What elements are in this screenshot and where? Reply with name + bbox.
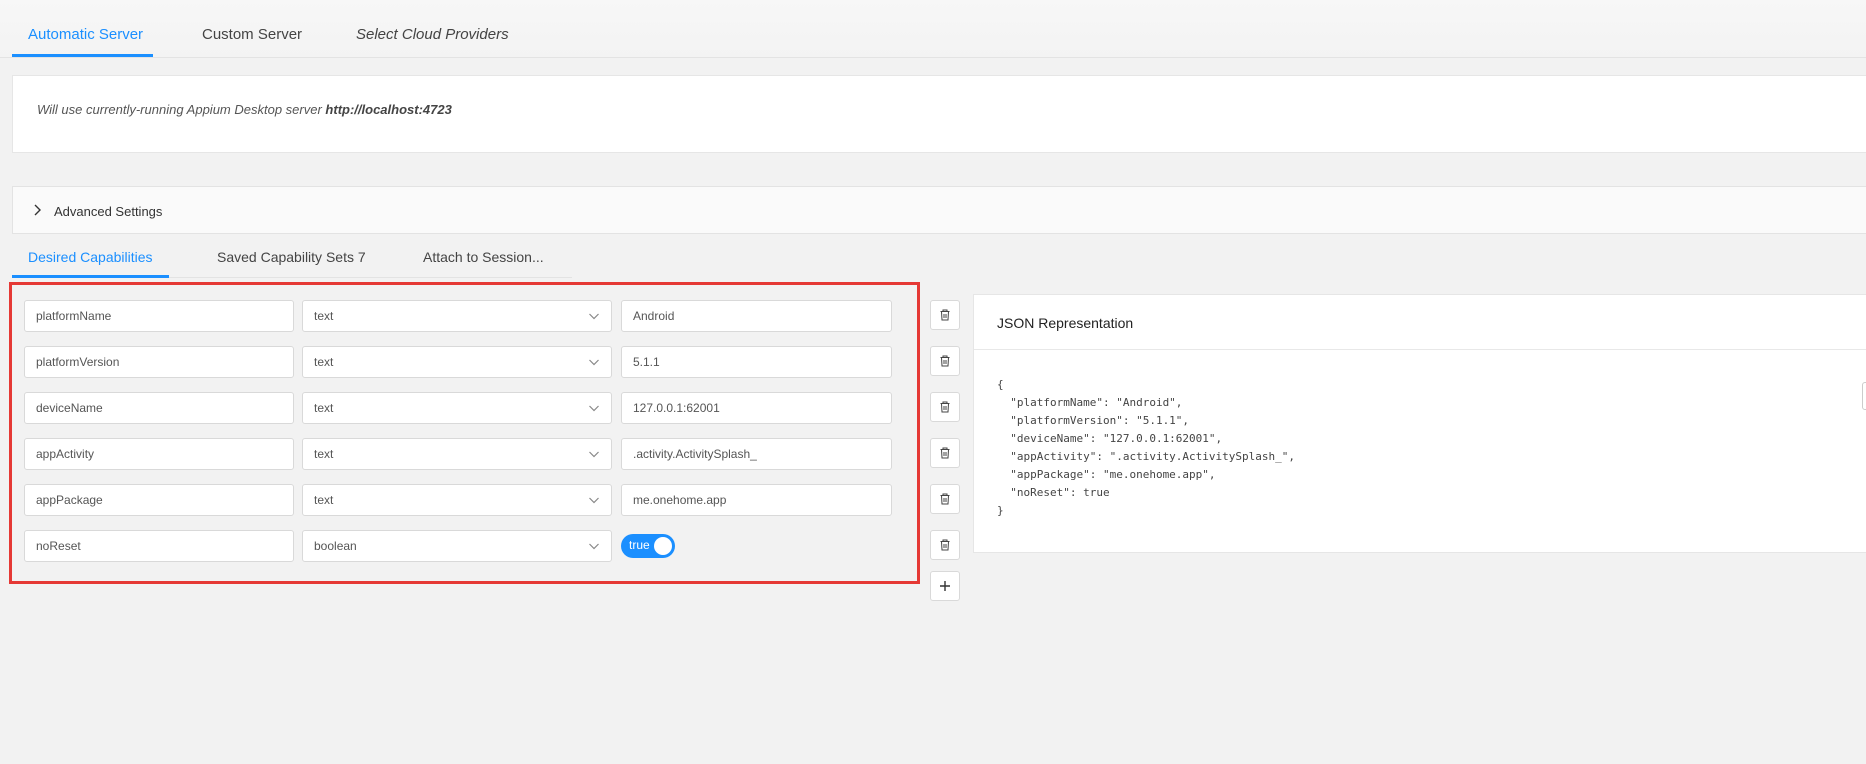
capability-name-input[interactable]: platformName	[24, 300, 294, 332]
session-window: Automatic Server Custom Server Select Cl…	[0, 0, 1866, 764]
capability-type-value: boolean	[314, 539, 357, 553]
chevron-down-icon	[589, 313, 599, 320]
delete-capability-button[interactable]	[930, 438, 960, 468]
json-line: "platformVersion": "5.1.1",	[997, 414, 1190, 427]
server-info-prefix: Will use currently-running Appium Deskto…	[37, 102, 322, 117]
toggle-knob	[654, 537, 672, 555]
json-code: { "platformName": "Android", "platformVe…	[997, 376, 1295, 520]
capability-value-input[interactable]: Android	[621, 300, 892, 332]
trash-icon	[940, 493, 950, 505]
json-line: "platformName": "Android",	[997, 396, 1183, 409]
delete-capability-button[interactable]	[930, 392, 960, 422]
json-line: {	[997, 378, 1004, 391]
json-line: "appActivity": ".activity.ActivitySplash…	[997, 450, 1296, 463]
json-line: "noReset": true	[997, 486, 1110, 499]
tab-saved-capability-sets[interactable]: Saved Capability Sets 7	[217, 249, 366, 265]
server-info-panel: Will use currently-running Appium Deskto…	[12, 75, 1866, 153]
delete-capability-button[interactable]	[930, 300, 960, 330]
capability-type-select[interactable]: text	[302, 484, 612, 516]
json-line: }	[997, 504, 1004, 517]
delete-capability-button[interactable]	[930, 346, 960, 376]
capability-type-value: text	[314, 309, 334, 323]
tab-select-cloud-providers[interactable]: Select Cloud Providers	[356, 26, 509, 43]
json-line: "appPackage": "me.onehome.app",	[997, 468, 1216, 481]
server-info-text: Will use currently-running Appium Deskto…	[37, 102, 452, 117]
capability-type-select[interactable]: text	[302, 392, 612, 424]
json-line: "deviceName": "127.0.0.1:62001",	[997, 432, 1223, 445]
chevron-right-icon	[34, 204, 41, 216]
json-representation-panel: JSON Representation { "platformName": "A…	[973, 294, 1866, 553]
json-panel-title: JSON Representation	[997, 315, 1134, 331]
capability-value-input[interactable]: .activity.ActivitySplash_	[621, 438, 892, 470]
capability-boolean-toggle[interactable]: true	[621, 534, 675, 558]
capability-name-input[interactable]: appActivity	[24, 438, 294, 470]
json-edit-handle[interactable]	[1862, 382, 1866, 410]
capability-name-input[interactable]: appPackage	[24, 484, 294, 516]
tab-custom-server[interactable]: Custom Server	[202, 26, 302, 43]
chevron-down-icon	[589, 359, 599, 366]
capability-value-input[interactable]: 5.1.1	[621, 346, 892, 378]
capability-type-value: text	[314, 401, 334, 415]
capability-type-value: text	[314, 355, 334, 369]
server-url: http://localhost:4723	[325, 102, 452, 117]
capability-type-select[interactable]: text	[302, 346, 612, 378]
capabilities-editor: platformName text Android platformVersio…	[9, 282, 920, 584]
tab-desired-capabilities[interactable]: Desired Capabilities	[28, 249, 153, 265]
active-tab-indicator	[12, 54, 153, 57]
trash-icon	[940, 539, 950, 551]
active-cap-tab-indicator	[12, 275, 169, 278]
capability-type-value: text	[314, 493, 334, 507]
add-capability-button[interactable]	[930, 571, 960, 601]
capability-type-select[interactable]: text	[302, 438, 612, 470]
trash-icon	[940, 401, 950, 413]
capability-type-select[interactable]: text	[302, 300, 612, 332]
capability-name-input[interactable]: deviceName	[24, 392, 294, 424]
trash-icon	[940, 447, 950, 459]
capability-value-input[interactable]: 127.0.0.1:62001	[621, 392, 892, 424]
capability-name-input[interactable]: platformVersion	[24, 346, 294, 378]
server-tabs: Automatic Server Custom Server Select Cl…	[0, 0, 1866, 58]
chevron-down-icon	[589, 497, 599, 504]
chevron-down-icon	[589, 543, 599, 550]
tab-automatic-server[interactable]: Automatic Server	[28, 26, 143, 43]
chevron-down-icon	[589, 405, 599, 412]
capability-type-value: text	[314, 447, 334, 461]
json-panel-header: JSON Representation	[974, 295, 1866, 350]
toggle-label: true	[629, 538, 650, 552]
plus-icon	[940, 581, 950, 591]
advanced-settings-label: Advanced Settings	[54, 204, 163, 219]
chevron-down-icon	[589, 451, 599, 458]
delete-capability-button[interactable]	[930, 484, 960, 514]
delete-capability-button[interactable]	[930, 530, 960, 560]
trash-icon	[940, 309, 950, 321]
advanced-settings-toggle[interactable]: Advanced Settings	[12, 186, 1866, 234]
capability-value-input[interactable]: me.onehome.app	[621, 484, 892, 516]
trash-icon	[940, 355, 950, 367]
tab-attach-to-session[interactable]: Attach to Session...	[423, 249, 544, 265]
capability-type-select[interactable]: boolean	[302, 530, 612, 562]
capability-name-input[interactable]: noReset	[24, 530, 294, 562]
